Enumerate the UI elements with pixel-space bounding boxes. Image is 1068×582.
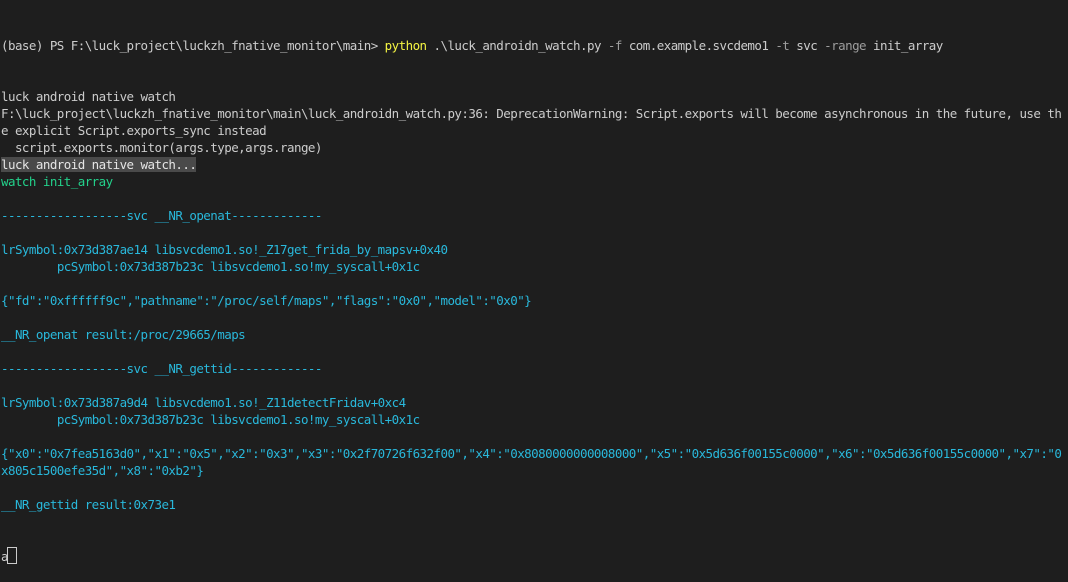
output-line: {"fd":"0xffffff9c","pathname":"/proc/sel… bbox=[1, 292, 1068, 309]
command-line: (base) PS F:\luck_project\luckzh_fnative… bbox=[1, 37, 1068, 54]
output-line: __NR_openat result:/proc/29665/maps bbox=[1, 326, 1068, 343]
command-args: .\luck_androidn_watch.py -f com.example.… bbox=[426, 38, 944, 53]
terminal-output[interactable]: (base) PS F:\luck_project\luckzh_fnative… bbox=[0, 0, 1068, 564]
output-line-text: ------------------svc __NR_openat-------… bbox=[1, 208, 322, 223]
output-line-text: pcSymbol:0x73d387b23c libsvcdemo1.so!my_… bbox=[1, 412, 420, 427]
command-name: python bbox=[384, 38, 427, 53]
command-flag: -f bbox=[607, 38, 623, 53]
output-line: pcSymbol:0x73d387b23c libsvcdemo1.so!my_… bbox=[1, 411, 1068, 428]
output-line: __NR_gettid result:0x73e1 bbox=[1, 496, 1068, 513]
command-arg: .\luck_androidn_watch.py bbox=[426, 38, 608, 53]
output-line: luck android native watch... bbox=[1, 156, 1068, 173]
output-line-text: {"fd":"0xffffff9c","pathname":"/proc/sel… bbox=[1, 293, 532, 308]
output-line-text: __NR_openat result:/proc/29665/maps bbox=[1, 327, 246, 342]
output-line-text: luck android native watch... bbox=[1, 157, 197, 172]
output-line-text: pcSymbol:0x73d387b23c libsvcdemo1.so!my_… bbox=[1, 259, 420, 274]
prompt-text: (base) PS F:\luck_project\luckzh_fnative… bbox=[1, 38, 385, 53]
output-line-text: script.exports.monitor(args.type,args.ra… bbox=[1, 140, 322, 155]
input-line[interactable]: a bbox=[1, 547, 1068, 565]
output-line: lrSymbol:0x73d387a9d4 libsvcdemo1.so!_Z1… bbox=[1, 394, 1068, 411]
output-line: watch init_array bbox=[1, 173, 1068, 190]
command-arg: init_array bbox=[866, 38, 943, 53]
output-line-text: F:\luck_project\luckzh_fnative_monitor\m… bbox=[1, 106, 1062, 138]
output-line: ------------------svc __NR_openat-------… bbox=[1, 207, 1068, 224]
command-arg: com.example.svcdemo1 bbox=[621, 38, 776, 53]
output-line-text: lrSymbol:0x73d387ae14 libsvcdemo1.so!_Z1… bbox=[1, 242, 448, 257]
output-line-text: lrSymbol:0x73d387a9d4 libsvcdemo1.so!_Z1… bbox=[1, 395, 406, 410]
command-flag: -range bbox=[824, 38, 867, 53]
output-line: luck android native watch bbox=[1, 88, 1068, 105]
output-line-text: watch init_array bbox=[1, 174, 113, 189]
output-line: pcSymbol:0x73d387b23c libsvcdemo1.so!my_… bbox=[1, 258, 1068, 275]
output-line: F:\luck_project\luckzh_fnative_monitor\m… bbox=[1, 105, 1068, 139]
command-arg: svc bbox=[789, 38, 825, 53]
output-line-text: __NR_gettid result:0x73e1 bbox=[1, 497, 176, 512]
output-lines: luck android native watch F:\luck_project… bbox=[1, 88, 1068, 513]
output-line-text: luck android native watch bbox=[1, 89, 176, 104]
command-flag: -t bbox=[775, 38, 790, 53]
output-line: lrSymbol:0x73d387ae14 libsvcdemo1.so!_Z1… bbox=[1, 241, 1068, 258]
output-line-text: ------------------svc __NR_gettid-------… bbox=[1, 361, 322, 376]
output-line: {"x0":"0x7fea5163d0","x1":"0x5","x2":"0x… bbox=[1, 445, 1068, 479]
output-line: script.exports.monitor(args.type,args.ra… bbox=[1, 139, 1068, 156]
output-line: ------------------svc __NR_gettid-------… bbox=[1, 360, 1068, 377]
output-line-text: {"x0":"0x7fea5163d0","x1":"0x5","x2":"0x… bbox=[1, 446, 1062, 478]
cursor bbox=[6, 547, 17, 564]
